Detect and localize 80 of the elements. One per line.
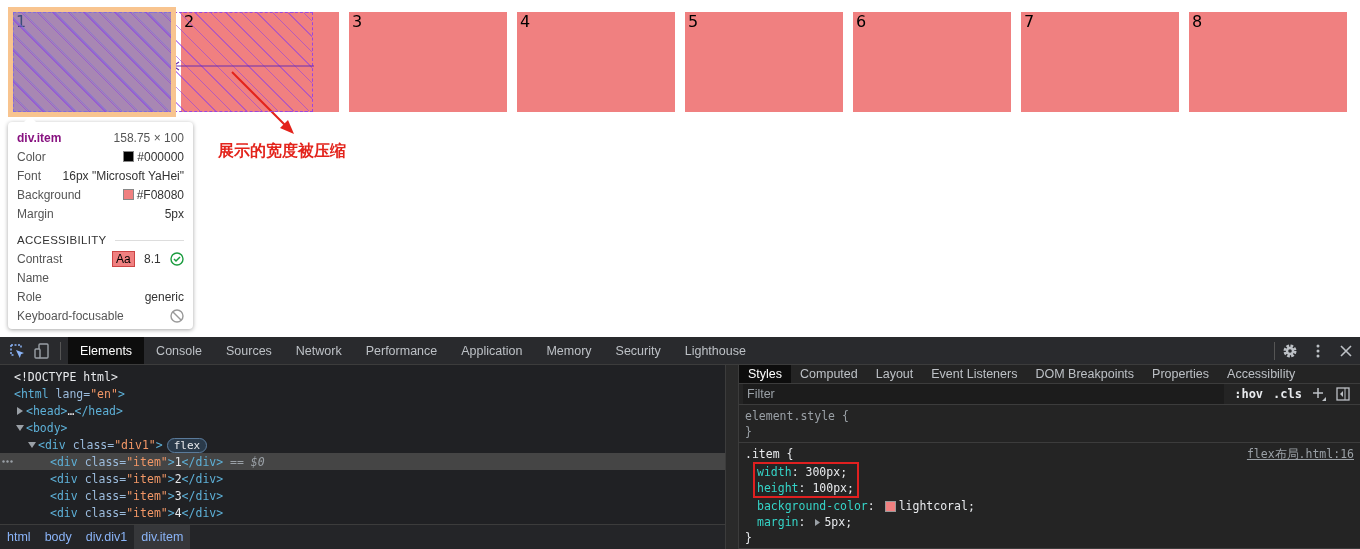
panel-tab[interactable]: Performance: [353, 337, 450, 364]
sidebar-tab[interactable]: Properties: [1143, 365, 1219, 383]
flex-item: 3: [349, 12, 507, 112]
sidebar-tab[interactable]: DOM Breakpoints: [1026, 365, 1144, 383]
element-selector: div.item: [17, 130, 62, 145]
property-label: Background: [17, 187, 82, 202]
dom-node[interactable]: <div class="item">4</div>: [0, 504, 725, 521]
panel-tab[interactable]: Memory: [534, 337, 604, 364]
property-label: Keyboard-focusable: [17, 308, 124, 323]
property-label: Font: [17, 168, 41, 183]
collapse-triangle-icon[interactable]: [16, 423, 24, 432]
dom-node[interactable]: <div class="div1"> flex: [0, 436, 725, 453]
scrollbar-track[interactable]: [725, 365, 738, 549]
contrast-sample: Aa: [111, 250, 135, 267]
panel-tab[interactable]: Sources: [214, 337, 284, 364]
sidebar-tab[interactable]: Accessibility: [1218, 365, 1305, 383]
device-icon[interactable]: [34, 342, 50, 359]
more-icon[interactable]: [2, 460, 13, 463]
panel-tab[interactable]: Network: [283, 337, 354, 364]
property-value: 5px: [164, 206, 184, 221]
color-swatch[interactable]: [884, 500, 896, 512]
toggle-button[interactable]: :hov: [1234, 387, 1264, 401]
breadcrumb[interactable]: body: [37, 525, 79, 549]
property-value: generic: [144, 289, 184, 304]
property-label: Role: [17, 289, 42, 304]
css-declaration[interactable]: width: 300px;: [755, 464, 854, 480]
property-label: Margin: [17, 206, 54, 221]
property-value: #F08080: [136, 187, 184, 202]
dom-node[interactable]: <div class="item">3</div>: [0, 487, 725, 504]
css-selector: element.style {: [745, 408, 850, 424]
panel-tab[interactable]: Lighthouse: [672, 337, 758, 364]
dom-node[interactable]: <body>: [0, 419, 725, 436]
panel-tab[interactable]: Console: [144, 337, 214, 364]
collapse-triangle-icon[interactable]: [28, 440, 36, 449]
inspect-icon[interactable]: [9, 342, 25, 359]
toggle-button[interactable]: .cls: [1273, 387, 1302, 401]
css-declaration[interactable]: background-color: lightcoral;: [745, 498, 1354, 514]
contrast-ratio: 8.1: [143, 251, 161, 266]
breadcrumb[interactable]: div.item: [134, 525, 191, 549]
annotation-text: 展示的宽度被压缩: [218, 141, 346, 162]
panel-tab[interactable]: Application: [449, 337, 535, 364]
breadcrumb[interactable]: div.div1: [78, 525, 135, 549]
property-value: 16px "Microsoft YaHei": [62, 168, 184, 183]
filter-field[interactable]: Filter: [743, 384, 1225, 404]
css-declaration[interactable]: margin: 5px;: [745, 514, 1354, 530]
panel-tab[interactable]: Elements: [68, 337, 145, 364]
element-size: 158.75 × 100: [113, 130, 184, 145]
settings-icon[interactable]: [1282, 342, 1298, 359]
sidebar-toggle-icon[interactable]: [1336, 387, 1350, 401]
panel-tab[interactable]: Security: [603, 337, 673, 364]
flex-item: 6: [853, 12, 1011, 112]
closing-brace: }: [745, 530, 753, 546]
close-icon[interactable]: [1338, 342, 1354, 359]
dom-node[interactable]: <head>…</head>: [0, 402, 725, 419]
expand-triangle-icon[interactable]: [814, 518, 822, 526]
sidebar-tab[interactable]: Styles: [739, 365, 792, 383]
flex-item: 2: [181, 12, 339, 112]
property-label: Color: [17, 149, 46, 164]
css-declaration[interactable]: height: 100px;: [755, 480, 854, 496]
flex-item: 8: [1189, 12, 1347, 112]
breadcrumb[interactable]: html: [0, 525, 38, 549]
source-link[interactable]: flex布局.html:16: [1246, 446, 1354, 462]
property-label: Name: [17, 270, 49, 285]
dom-node[interactable]: <!DOCTYPE html>: [0, 368, 725, 385]
dom-node[interactable]: <div class="item">1</div> == $0: [0, 453, 725, 470]
sidebar-tab[interactable]: Computed: [791, 365, 867, 383]
dom-node[interactable]: <div class="item">2</div>: [0, 470, 725, 487]
sidebar-tab[interactable]: Layout: [866, 365, 923, 383]
flex-item: 7: [1021, 12, 1179, 112]
css-selector: .item { flex布局.html:16: [745, 446, 1354, 462]
expand-triangle-icon[interactable]: [16, 406, 24, 415]
plus-icon[interactable]: [1312, 387, 1326, 401]
flex-item: 4: [517, 12, 675, 112]
property-label: Contrast: [17, 251, 63, 266]
flex-item: 5: [685, 12, 843, 112]
sidebar-tab[interactable]: Event Listeners: [922, 365, 1027, 383]
section-title: ACCESSIBILITY: [17, 234, 107, 246]
dom-node[interactable]: <html lang="en">: [0, 385, 725, 402]
property-value: #000000: [137, 149, 184, 164]
closing-brace: }: [745, 424, 753, 440]
